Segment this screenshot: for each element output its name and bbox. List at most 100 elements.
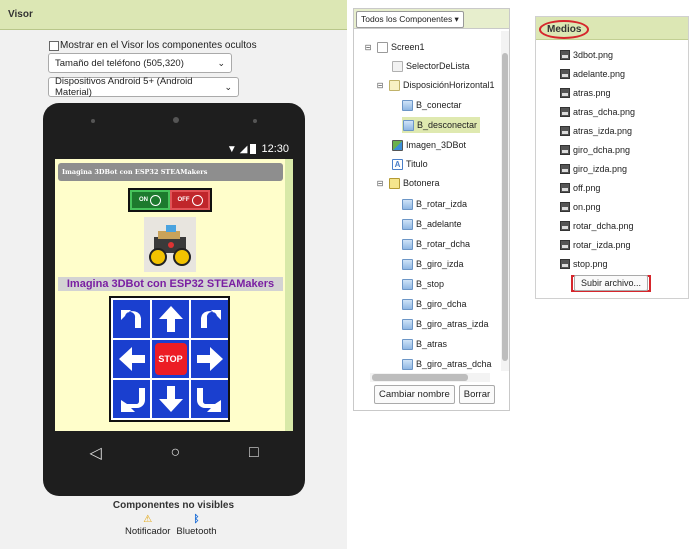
- components-filter-dropdown[interactable]: Todos los Componentes ▾: [356, 11, 464, 28]
- warning-icon: ⚠: [143, 514, 153, 525]
- image-file-icon: [560, 107, 570, 117]
- show-hidden-row[interactable]: Mostrar en el Visor los componentes ocul…: [49, 40, 257, 51]
- show-hidden-checkbox[interactable]: [49, 40, 59, 51]
- status-bar: ▼ ◢ 12:30: [55, 139, 293, 159]
- speaker-dot: [253, 119, 257, 123]
- button-icon: [402, 238, 413, 250]
- nav-recent-icon[interactable]: □: [249, 444, 259, 462]
- tree-item-imagen-3dbot[interactable]: Imagen_3DBot: [392, 137, 466, 153]
- tree-item-b-rotar-izda[interactable]: B_rotar_izda: [402, 196, 467, 212]
- tree-item-label: B_conectar: [416, 100, 462, 110]
- nav-home-icon[interactable]: ○: [170, 444, 180, 462]
- turn-left-button[interactable]: [113, 340, 150, 378]
- collapse-icon[interactable]: ⊟: [376, 179, 384, 188]
- horizontal-arrangement-icon: [389, 79, 400, 91]
- tree-horizontal-scrollbar[interactable]: [370, 373, 490, 382]
- arrow-left-icon: [118, 347, 145, 371]
- scrollbar-thumb[interactable]: [502, 53, 508, 361]
- rotate-left-button[interactable]: [113, 300, 150, 338]
- media-file-item[interactable]: giro_izda.png: [560, 161, 627, 177]
- button-icon: [402, 278, 413, 290]
- media-file-item[interactable]: atras_dcha.png: [560, 104, 635, 120]
- media-file-item[interactable]: on.png: [560, 199, 601, 215]
- tree-item-b-atras[interactable]: B_atras: [402, 336, 447, 352]
- collapse-icon[interactable]: ⊟: [364, 43, 372, 52]
- rotate-right-button[interactable]: [191, 300, 228, 338]
- media-file-item[interactable]: atras.png: [560, 85, 611, 101]
- connect-label: ON: [139, 197, 148, 203]
- connect-button[interactable]: ON: [130, 190, 170, 210]
- nav-back-icon[interactable]: ◁: [89, 443, 101, 463]
- button-icon: [402, 358, 413, 370]
- component-actions: Cambiar nombre Borrar: [374, 385, 496, 404]
- tree-item-botonera[interactable]: ⊟ Botonera: [376, 175, 440, 191]
- back-left-icon: [120, 388, 145, 412]
- tree-item-label: Screen1: [391, 42, 425, 52]
- media-file-item[interactable]: stop.png: [560, 256, 608, 272]
- media-file-item[interactable]: rotar_dcha.png: [560, 218, 634, 234]
- forward-button[interactable]: [152, 300, 189, 338]
- backward-button[interactable]: [152, 380, 189, 418]
- upload-highlight: Subir archivo...: [571, 275, 652, 292]
- chevron-down-icon: ⌄: [217, 57, 225, 68]
- tree-item-b-conectar[interactable]: B_conectar: [402, 97, 462, 113]
- tree-item-label: B_desconectar: [417, 120, 478, 130]
- theme-value: Dispositivos Android 5+ (Android Materia…: [55, 76, 193, 98]
- media-file-item[interactable]: 3dbot.png: [560, 47, 613, 63]
- nonvisible-item[interactable]: ⚠ Notificador: [125, 514, 170, 537]
- media-file-item[interactable]: off.png: [560, 180, 600, 196]
- tree-item-screen1[interactable]: ⊟ Screen1: [364, 39, 425, 55]
- delete-button[interactable]: Borrar: [458, 385, 496, 404]
- button-icon: [402, 99, 413, 111]
- upload-file-button[interactable]: Subir archivo...: [574, 275, 649, 291]
- tree-item-b-giro-atras-izda[interactable]: B_giro_atras_izda: [402, 316, 489, 332]
- sensor-dot: [173, 117, 179, 123]
- tree-vertical-scrollbar[interactable]: [501, 31, 509, 371]
- tree-item-b-giro-atras-dcha[interactable]: B_giro_atras_dcha: [402, 356, 492, 371]
- tree-item-b-adelante[interactable]: B_adelante: [402, 216, 462, 232]
- rename-button[interactable]: Cambiar nombre: [374, 385, 455, 404]
- tree-item-label: B_atras: [416, 339, 448, 349]
- media-file-item[interactable]: rotar_izda.png: [560, 237, 631, 253]
- arrow-down-icon: [158, 386, 183, 412]
- media-header: Medios: [536, 17, 688, 40]
- tree-item-label: SelectorDeLista: [406, 61, 470, 71]
- button-icon: [402, 198, 413, 210]
- tree-item-b-desconectar[interactable]: B_desconectar: [402, 117, 481, 133]
- back-right-button[interactable]: [191, 380, 228, 418]
- media-file-name: off.png: [573, 183, 601, 193]
- tree-item-titulo[interactable]: A Titulo: [392, 156, 428, 172]
- scrollbar-thumb[interactable]: [372, 374, 468, 381]
- nonvisible-label: Notificador: [125, 526, 171, 537]
- arrow-right-icon: [196, 347, 223, 371]
- tree-item-b-giro-dcha[interactable]: B_giro_dcha: [402, 296, 467, 312]
- power-icon: [150, 194, 161, 206]
- stop-button[interactable]: STOP: [152, 340, 189, 378]
- tree-item-label: Titulo: [406, 159, 428, 169]
- tree-item-disposicion-horizontal[interactable]: ⊟ DisposiciónHorizontal1: [376, 77, 495, 93]
- turn-right-button[interactable]: [191, 340, 228, 378]
- image-file-icon: [560, 50, 570, 60]
- rotate-left-icon: [120, 310, 141, 328]
- android-nav-bar: ◁ ○ □: [55, 433, 293, 473]
- tree-item-label: B_giro_dcha: [416, 299, 467, 309]
- phone-size-value: Tamaño del teléfono (505,320): [55, 57, 184, 69]
- tree-item-selectordelista[interactable]: SelectorDeLista: [392, 58, 470, 74]
- component-tree: ⊟ Screen1 SelectorDeLista ⊟ DisposiciónH…: [354, 31, 500, 371]
- phone-size-select[interactable]: Tamaño del teléfono (505,320) ⌄: [48, 53, 232, 73]
- back-left-button[interactable]: [113, 380, 150, 418]
- media-file-item[interactable]: giro_dcha.png: [560, 142, 630, 158]
- media-file-item[interactable]: atras_izda.png: [560, 123, 632, 139]
- tree-item-b-giro-izda[interactable]: B_giro_izda: [402, 256, 464, 272]
- theme-select[interactable]: Dispositivos Android 5+ (Android Materia…: [48, 76, 239, 98]
- table-arrangement-icon: [389, 177, 400, 189]
- media-file-name: atras_dcha.png: [573, 107, 636, 117]
- nonvisible-item[interactable]: ᛒ Bluetooth: [176, 514, 216, 537]
- disconnect-button[interactable]: OFF: [170, 190, 210, 210]
- collapse-icon[interactable]: ⊟: [376, 81, 384, 90]
- media-file-item[interactable]: adelante.png: [560, 66, 625, 82]
- phone-screen: Imagina 3DBot con ESP32 STEAMakers ON OF…: [55, 159, 293, 431]
- show-hidden-label: Mostrar en el Visor los componentes ocul…: [60, 40, 257, 51]
- tree-item-b-stop[interactable]: B_stop: [402, 276, 444, 292]
- tree-item-b-rotar-dcha[interactable]: B_rotar_dcha: [402, 236, 470, 252]
